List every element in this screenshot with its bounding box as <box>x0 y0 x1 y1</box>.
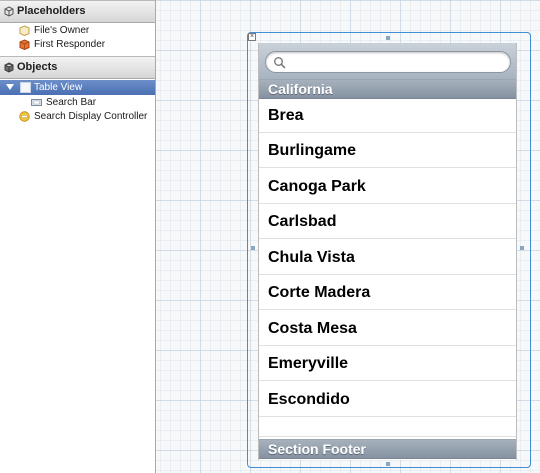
first-responder-icon <box>19 39 30 50</box>
resize-handle-top[interactable] <box>386 36 390 40</box>
search-display-controller-icon <box>19 111 30 122</box>
files-owner-label: File's Owner <box>34 25 90 36</box>
table-row[interactable]: Brea <box>259 98 516 133</box>
close-box-icon[interactable]: × <box>248 33 256 41</box>
objects-title: Objects <box>17 61 58 73</box>
table-row[interactable]: Escondido <box>259 382 516 417</box>
outline-item-table-view[interactable]: Table View <box>0 80 155 95</box>
disclosure-triangle-icon[interactable] <box>6 84 14 90</box>
search-display-controller-label: Search Display Controller <box>34 111 148 122</box>
document-outline: Placeholders File's Owner First Responde… <box>0 0 156 473</box>
first-responder-label: First Responder <box>34 39 106 50</box>
table-row[interactable]: Corte Madera <box>259 275 516 310</box>
resize-handle-bottom[interactable] <box>386 462 390 466</box>
search-bar-label: Search Bar <box>46 97 97 108</box>
cube-icon <box>19 25 30 36</box>
objects-header[interactable]: Objects <box>0 56 155 79</box>
table-row[interactable]: Chula Vista <box>259 240 516 275</box>
search-input[interactable] <box>265 51 511 73</box>
search-bar[interactable] <box>259 43 516 80</box>
placeholders-header[interactable]: Placeholders <box>0 0 155 23</box>
cube-icon <box>4 6 14 17</box>
search-bar-icon <box>31 99 42 106</box>
table-view[interactable]: California Brea Burlingame Canoga Park C… <box>258 43 517 460</box>
placeholders-title: Placeholders <box>17 5 86 17</box>
search-icon <box>274 57 286 69</box>
table-view-label: Table View <box>34 82 83 93</box>
table-view-icon <box>20 82 31 93</box>
table-row-empty[interactable] <box>259 417 516 437</box>
table-row[interactable]: Emeryville <box>259 346 516 381</box>
resize-handle-left[interactable] <box>251 246 255 250</box>
table-row[interactable]: Costa Mesa <box>259 311 516 346</box>
section-header: California <box>259 79 516 99</box>
table-row[interactable]: Carlsbad <box>259 204 516 239</box>
cube-icon <box>4 62 14 73</box>
table-row[interactable]: Canoga Park <box>259 169 516 204</box>
section-footer: Section Footer <box>259 439 516 459</box>
resize-handle-right[interactable] <box>520 246 524 250</box>
table-row[interactable]: Burlingame <box>259 133 516 168</box>
